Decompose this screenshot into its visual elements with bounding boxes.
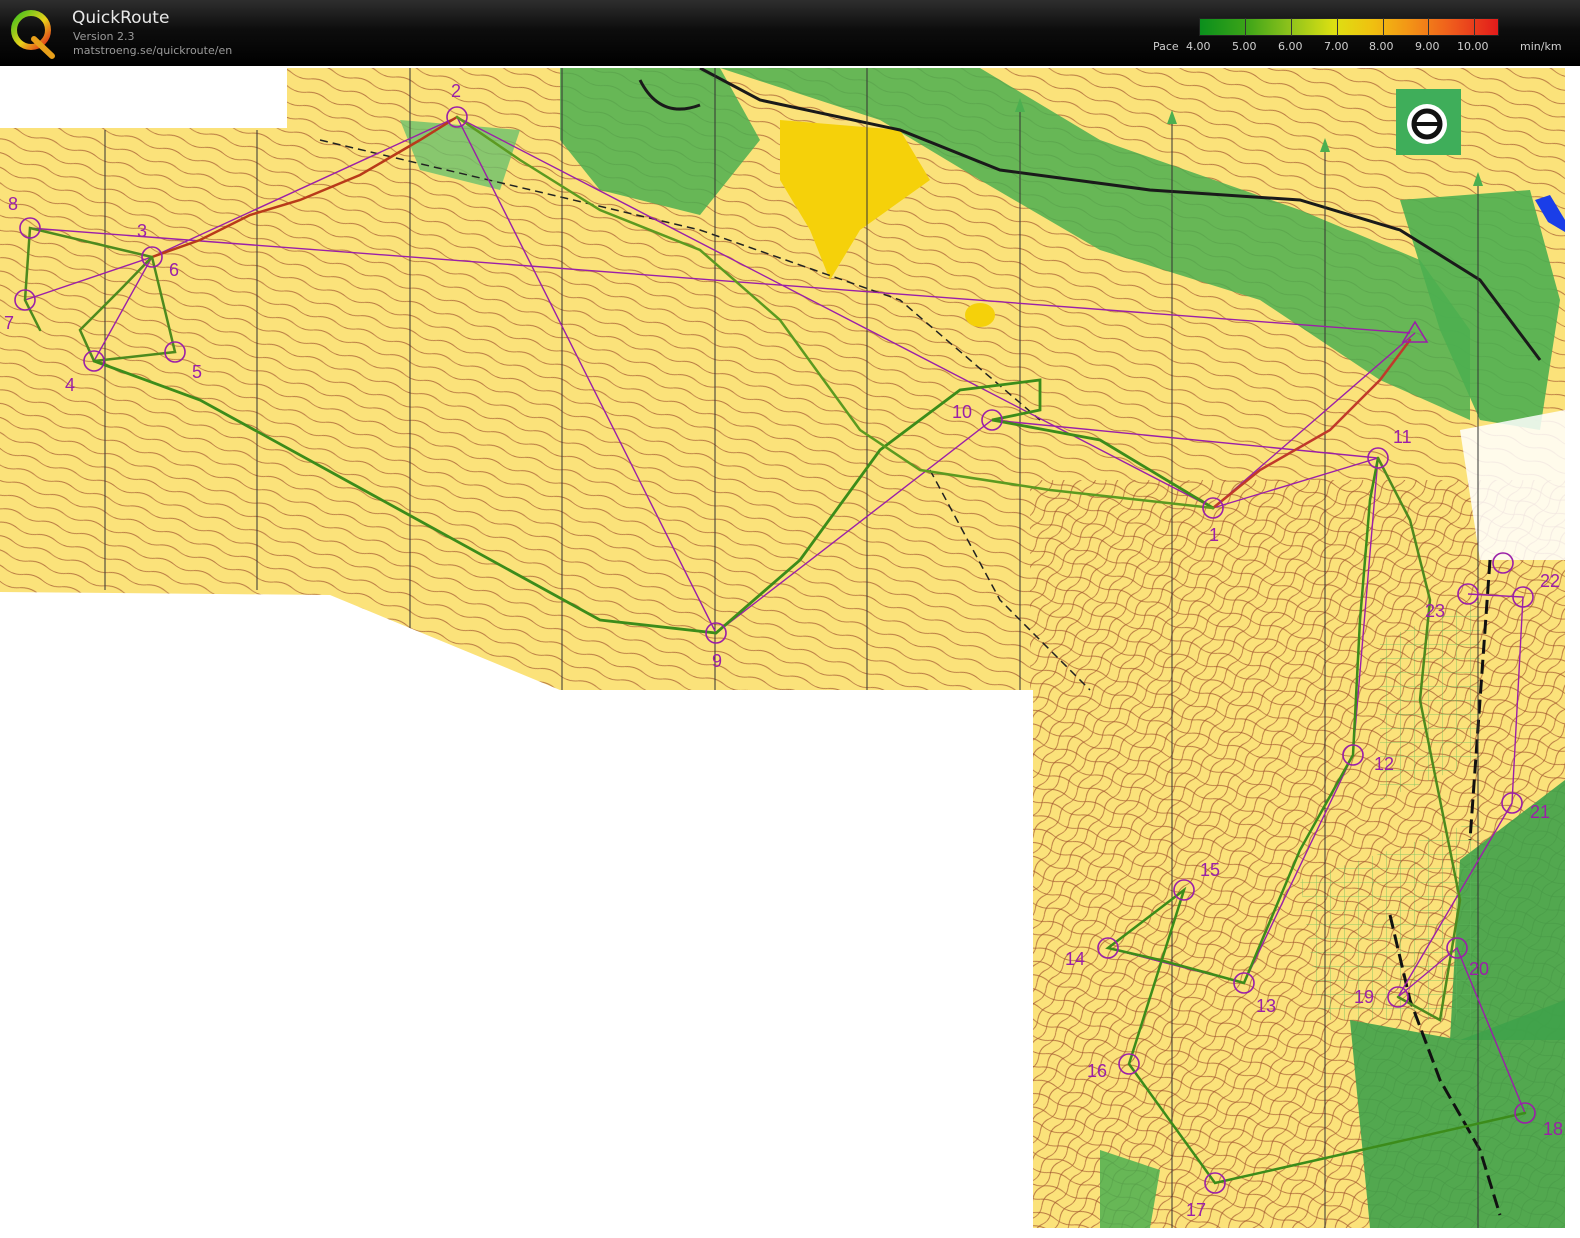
control-number: 20: [1469, 959, 1489, 979]
app-version: Version 2.3: [73, 30, 135, 43]
control-number: 22: [1540, 571, 1560, 591]
pace-unit: min/km: [1520, 40, 1562, 53]
control-number: 16: [1087, 1061, 1107, 1081]
control-number: 1: [1209, 525, 1219, 545]
orienteering-map[interactable]: 1 2 3 4 5 6 7 8 9 10 11 12 13 14 15 16 1…: [0, 66, 1580, 1238]
app-title: QuickRoute: [72, 8, 170, 28]
control-number: 4: [65, 375, 75, 395]
control-number: 21: [1530, 802, 1550, 822]
pace-tick: [1383, 18, 1384, 36]
control-number: 18: [1543, 1119, 1563, 1139]
control-number: 2: [451, 81, 461, 101]
pace-tick: [1474, 18, 1475, 36]
control-number: 17: [1186, 1200, 1206, 1220]
control-number: 12: [1374, 754, 1394, 774]
top-bar: QuickRoute Version 2.3 matstroeng.se/qui…: [0, 0, 1580, 66]
pace-value: 9.00: [1415, 40, 1440, 53]
app-url: matstroeng.se/quickroute/en: [73, 44, 233, 57]
pace-label: Pace: [1153, 40, 1179, 53]
control-number: 11: [1393, 427, 1412, 447]
club-logo-icon: [1396, 89, 1461, 155]
control-number: 10: [952, 402, 972, 422]
control-number: 15: [1200, 860, 1220, 880]
control-number: 7: [4, 313, 14, 333]
pace-tick: [1428, 18, 1429, 36]
control-number: 6: [169, 260, 179, 280]
pace-value: 6.00: [1278, 40, 1303, 53]
control-number: 19: [1354, 987, 1374, 1007]
pace-value: 7.00: [1324, 40, 1349, 53]
control-number: 5: [192, 362, 202, 382]
pace-tick: [1245, 18, 1246, 36]
control-number: 9: [712, 651, 722, 671]
control-number: 23: [1425, 601, 1445, 621]
pace-color-scale: [1199, 18, 1499, 36]
map-terrain: [0, 68, 1565, 1228]
pace-tick: [1291, 18, 1292, 36]
pace-value: 10.00: [1457, 40, 1489, 53]
pace-value: 8.00: [1369, 40, 1394, 53]
control-number: 3: [137, 221, 147, 241]
pace-tick: [1337, 18, 1338, 36]
control-number: 13: [1256, 996, 1276, 1016]
control-number: 14: [1065, 949, 1085, 969]
quickroute-logo-icon: [11, 10, 55, 59]
pace-value: 5.00: [1232, 40, 1257, 53]
control-number: 8: [8, 194, 18, 214]
pace-value: 4.00: [1186, 40, 1211, 53]
